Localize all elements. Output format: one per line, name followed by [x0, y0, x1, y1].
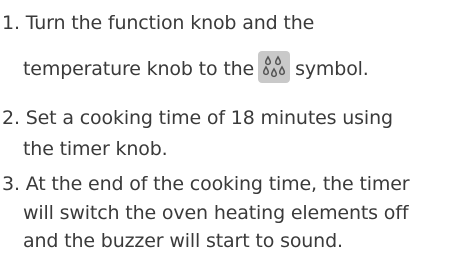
- step-1-number: 1.: [2, 12, 20, 34]
- step-3-text-line-1: At the end of the cooking time, the time…: [25, 173, 410, 195]
- step-1-line-1: 1. Turn the function knob and the: [2, 10, 314, 36]
- step-2-number: 2.: [2, 107, 20, 129]
- water-drops-icon: [258, 50, 291, 83]
- step-3-line-3: and the buzzer will start to sound.: [23, 228, 343, 254]
- step-3-line-2: will switch the oven heating elements of…: [23, 200, 409, 226]
- step-2-line-1: 2. Set a cooking time of 18 minutes usin…: [2, 105, 393, 131]
- step-1-line-2: temperature knob to the symbol.: [23, 50, 369, 83]
- step-1-text-line-2a: temperature knob to the: [23, 58, 255, 80]
- step-3-text-line-2: will switch the oven heating elements of…: [23, 202, 409, 224]
- step-2-line-2: the timer knob.: [23, 136, 168, 162]
- step-2-text-line-1: Set a cooking time of 18 minutes using: [25, 107, 393, 129]
- step-3-text-line-3: and the buzzer will start to sound.: [23, 230, 343, 252]
- step-1-text-line-1: Turn the function knob and the: [25, 12, 315, 34]
- instruction-steps: 1. Turn the function knob and the temper…: [0, 0, 476, 254]
- step-3-line-1: 3. At the end of the cooking time, the t…: [2, 171, 410, 197]
- step-3-number: 3.: [2, 173, 20, 195]
- step-1-text-line-2b: symbol.: [295, 58, 369, 80]
- step-2-text-line-2: the timer knob.: [23, 138, 168, 160]
